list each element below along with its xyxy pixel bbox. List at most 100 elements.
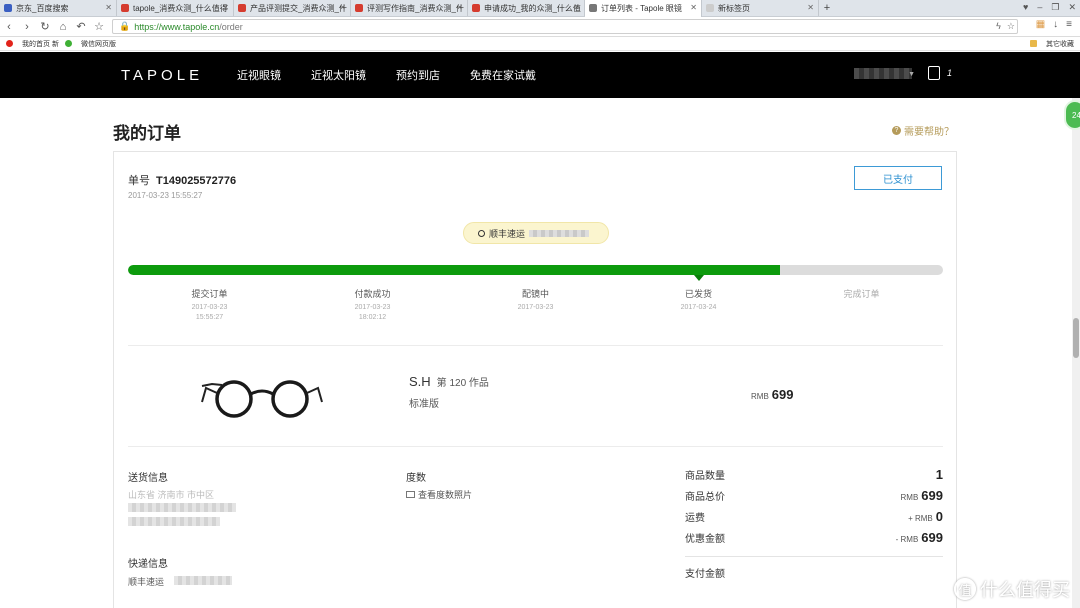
order-number-value: T149025572776 — [156, 175, 237, 187]
other-bookmarks[interactable]: 其它收藏 — [1030, 39, 1074, 49]
summary-pay-label: 支付金额 — [685, 569, 725, 580]
site-viewport: TAPOLE 近视眼镜 近视太阳镜 预约到店 免费在家试戴 ▼ 1 24 我的订单 ?… — [0, 52, 1080, 608]
nav-link[interactable]: 预约到店 — [396, 70, 440, 82]
summary-qty-value: 1 — [935, 467, 943, 482]
summary-total-row: 商品总价 RMB 699 — [685, 488, 943, 509]
summary-freight-row: 运费 + RMB 0 — [685, 509, 943, 530]
view-prescription-photo-link[interactable]: 查看度数照片 — [406, 488, 472, 501]
summary-pay-row: 支付金额 — [685, 565, 943, 586]
order-progress-bar — [128, 265, 943, 275]
summary-discount-row: 优惠金额 - RMB 699 — [685, 530, 943, 551]
summary-freight-value: 0 — [935, 509, 943, 524]
browser-tab[interactable]: tapole_消费众测_什么值得 ✕ — [117, 0, 234, 16]
bookmark-item[interactable]: 微信网页版 — [64, 39, 116, 49]
browser-tab[interactable]: 评测写作指南_消费众测_什 ✕ — [351, 0, 468, 16]
paid-status-button[interactable]: 已支付 — [854, 166, 942, 190]
browser-tab-bar: 京东_百度搜索 ✕ tapole_消费众测_什么值得 ✕ 产品评测提交_消费众测_什 ✕ 评… — [0, 0, 1080, 17]
menu-icon[interactable]: ≡ — [1066, 19, 1072, 30]
user-name-blurred[interactable] — [854, 68, 912, 79]
nav-link[interactable]: 近视太阳镜 — [311, 70, 366, 82]
close-icon[interactable]: ✕ — [105, 3, 112, 12]
close-icon[interactable]: ✕ — [339, 3, 346, 12]
browser-tab[interactable]: 京东_百度搜索 ✕ — [0, 0, 117, 16]
close-icon[interactable]: ✕ — [573, 3, 580, 12]
help-link[interactable]: ? 需要帮助？ — [892, 123, 954, 138]
other-bookmarks-label: 其它收藏 — [1046, 40, 1074, 48]
order-step-day: 2017-03-23 — [354, 304, 391, 311]
undo-icon[interactable]: ↶ — [72, 20, 90, 33]
order-step-date — [780, 303, 943, 313]
product-price-value: 699 — [771, 387, 794, 402]
order-number-label: 单号 — [128, 175, 150, 187]
product-version: 标准版 — [409, 399, 439, 410]
close-window-icon[interactable]: ✕ — [1068, 2, 1076, 13]
summary-discount-value: 699 — [921, 530, 943, 545]
cart-icon[interactable] — [928, 66, 940, 80]
browser-tab[interactable]: 申请成功_我的众测_什么值 ✕ — [468, 0, 585, 16]
url-field[interactable]: 🔒 https://www.tapole.cn/order ϟ ☆ — [112, 19, 1018, 34]
bookmark-icon — [6, 40, 13, 47]
shipping-detail-blurred — [128, 503, 236, 512]
search-icon — [478, 229, 485, 237]
user-dropdown-icon[interactable]: ▼ — [908, 71, 915, 78]
tracking-carrier: 顺丰速运 — [489, 228, 526, 239]
url-host: https://www.tapole.cn — [134, 21, 220, 32]
apps-icon[interactable]: ▦ — [1036, 19, 1045, 30]
bookmark-item[interactable]: 我的首页 新 — [6, 39, 59, 49]
download-icon[interactable]: ↓ — [1053, 19, 1058, 30]
prescription-label: 度数 — [406, 473, 426, 484]
scrollbar-thumb[interactable] — [1073, 318, 1079, 358]
nav-link[interactable]: 免费在家试戴 — [470, 70, 536, 82]
back-icon[interactable]: ‹ — [0, 21, 18, 33]
bookmark-label: 微信网页版 — [80, 40, 116, 48]
order-step: 付款成功 2017-03-23 18:02:12 — [291, 287, 454, 323]
close-icon[interactable]: ✕ — [456, 3, 463, 12]
bookmark-star-icon[interactable]: ☆ — [1007, 21, 1015, 32]
tracking-pill[interactable]: 顺丰速运 — [463, 222, 609, 244]
order-step-day: 2017-03-24 — [680, 304, 717, 311]
tab-label: 产品评测提交_消费众测_什 — [250, 3, 347, 13]
summary-discount-label: 优惠金额 — [685, 534, 725, 545]
delivery-number-blurred — [174, 576, 232, 585]
browser-tab[interactable]: 订单列表 - Tapole 眼镜 ✕ — [585, 0, 702, 17]
reload-icon[interactable]: ↻ — [36, 20, 54, 33]
site-header: TAPOLE 近视眼镜 近视太阳镜 预约到店 免费在家试戴 ▼ 1 — [0, 52, 1080, 98]
order-steps: 提交订单 2017-03-23 15:55:27 付款成功 2017-03-23 18:0… — [128, 287, 943, 323]
divider — [128, 345, 943, 346]
help-label: 需要帮助？ — [904, 127, 954, 138]
order-step: 配镜中 2017-03-23 — [454, 287, 617, 323]
page-scrollbar[interactable] — [1072, 98, 1080, 608]
skin-icon[interactable]: ♥ — [1023, 2, 1028, 13]
question-icon: ? — [892, 126, 901, 135]
close-icon[interactable]: ✕ — [807, 3, 814, 12]
watermark: 值什么值得买 — [954, 576, 1070, 602]
lightning-icon[interactable]: ϟ — [996, 21, 1001, 32]
shipping-phone-blurred — [128, 517, 220, 526]
browser-tab[interactable]: 新标签页 ✕ — [702, 0, 819, 16]
minimize-icon[interactable]: – — [1037, 2, 1042, 13]
bookmark-icon — [64, 40, 72, 47]
cart-count[interactable]: 1 — [947, 68, 952, 78]
forward-icon[interactable]: › — [18, 21, 36, 33]
close-icon[interactable]: ✕ — [690, 3, 697, 12]
star-icon[interactable]: ☆ — [90, 20, 108, 33]
tab-favicon-icon — [472, 4, 480, 12]
tapole-logo[interactable]: TAPOLE — [121, 67, 207, 84]
tab-favicon-icon — [706, 4, 714, 12]
summary-total-prefix: RMB — [900, 493, 919, 502]
close-icon[interactable]: ✕ — [222, 3, 229, 12]
summary-discount-prefix: - RMB — [895, 535, 919, 544]
browser-tab[interactable]: 产品评测提交_消费众测_什 ✕ — [234, 0, 351, 16]
home-icon[interactable]: ⌂ — [54, 21, 72, 33]
new-tab-button[interactable]: + — [819, 2, 835, 14]
product-price: RMB 699 — [751, 387, 793, 402]
summary-freight-prefix: + RMB — [908, 514, 933, 523]
side-float-badge[interactable]: 24 — [1064, 100, 1080, 130]
tab-favicon-icon — [238, 4, 246, 12]
tab-favicon-icon — [355, 4, 363, 12]
secure-lock-icon: 🔒 — [119, 21, 131, 31]
nav-link[interactable]: 近视眼镜 — [237, 70, 281, 82]
maximize-icon[interactable]: ❐ — [1051, 2, 1059, 13]
order-created-time: 2017-03-23 15:55:27 — [128, 191, 203, 200]
url-path: /order — [219, 21, 243, 32]
